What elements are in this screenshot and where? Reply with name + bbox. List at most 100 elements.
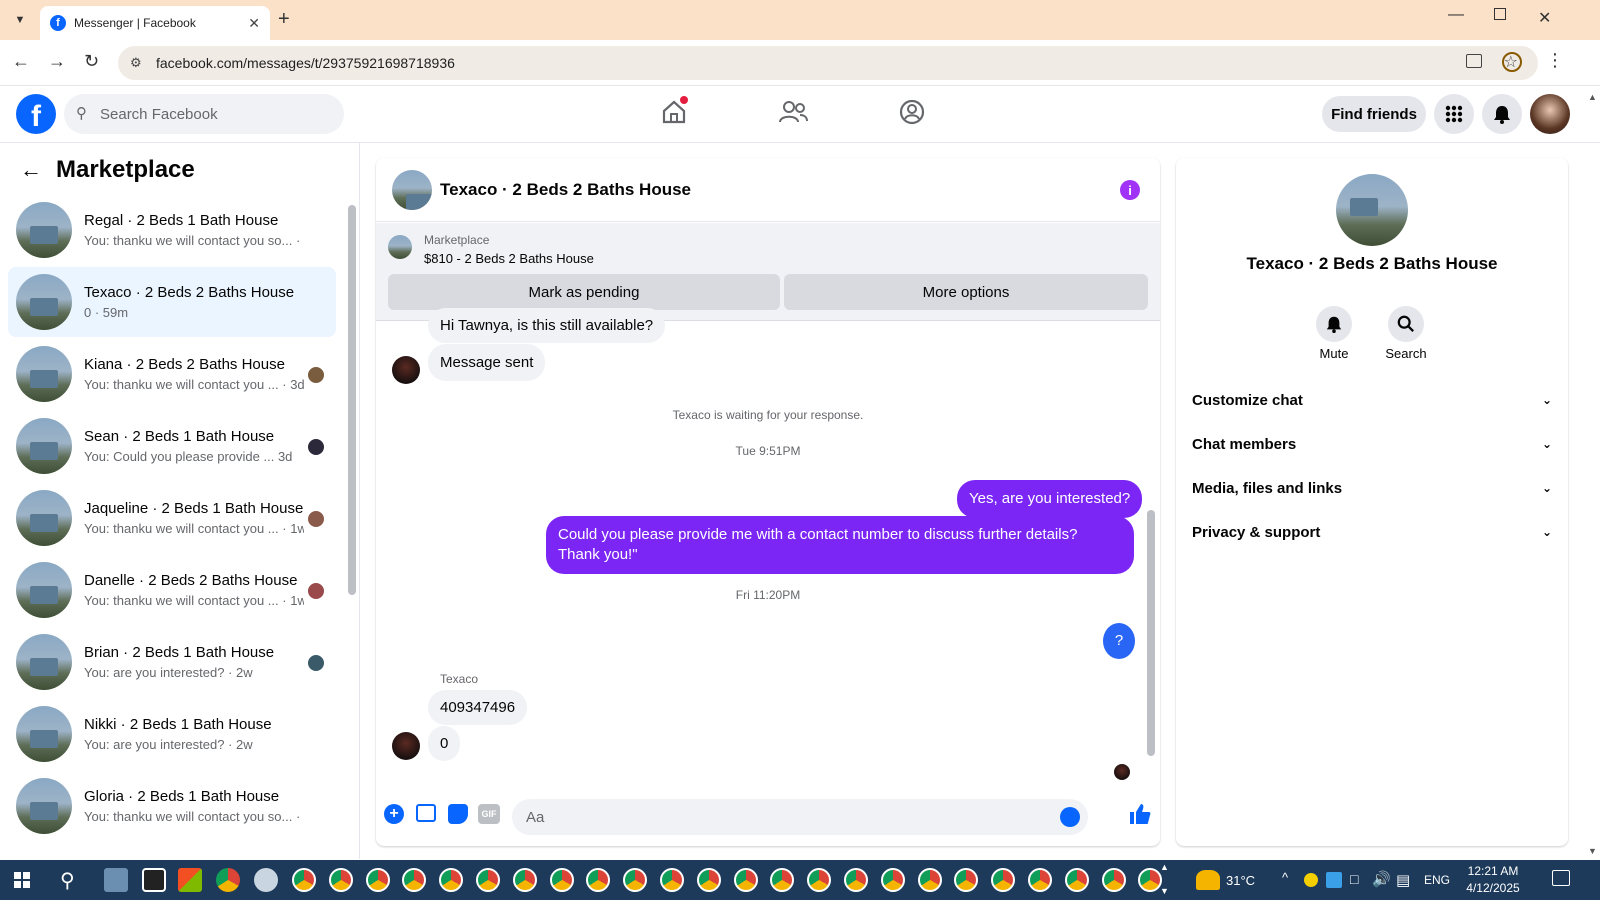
close-tab-icon[interactable]: ✕ xyxy=(248,15,260,32)
mark-as-pending-button[interactable]: Mark as pending xyxy=(388,274,780,310)
windows-start-icon[interactable] xyxy=(14,872,30,888)
address-bar[interactable]: ⚙ facebook.com/messages/t/29375921698718… xyxy=(118,46,1538,80)
taskbar-chrome-window-icon[interactable] xyxy=(1064,868,1089,892)
conversation-item[interactable]: Regal · 2 Beds 1 Bath House You: thanku w… xyxy=(8,195,336,265)
taskbar-chrome-window-icon[interactable] xyxy=(623,868,648,892)
conversation-item[interactable]: Nikki · 2 Beds 1 Bath House You: are you … xyxy=(8,699,336,769)
media-files-links-section[interactable]: Media, files and links ⌄ xyxy=(1192,468,1552,508)
facebook-logo-icon[interactable]: f xyxy=(16,94,56,134)
more-options-button[interactable]: More options xyxy=(784,274,1148,310)
conversation-item[interactable]: Gloria · 2 Beds 1 Bath House You: thanku … xyxy=(8,771,336,841)
sidebar-scrollbar[interactable] xyxy=(348,205,356,595)
notification-center-icon[interactable] xyxy=(1552,870,1570,886)
facebook-search-input[interactable]: ⚲ Search Facebook xyxy=(64,94,344,134)
taskbar-chrome-window-icon[interactable] xyxy=(549,868,574,892)
taskbar-app-icon[interactable] xyxy=(254,868,278,892)
chat-avatar[interactable] xyxy=(392,169,432,210)
taskbar-store-icon[interactable] xyxy=(178,868,202,892)
restore-icon[interactable] xyxy=(1494,8,1506,20)
taskbar-chrome-window-icon[interactable] xyxy=(476,868,500,892)
listing-title[interactable]: $810 - 2 Beds 2 Baths House xyxy=(424,251,594,266)
close-window-icon[interactable]: ✕ xyxy=(1538,8,1551,28)
weather-temp[interactable]: 31°C xyxy=(1226,873,1255,888)
taskbar-chrome-window-icon[interactable] xyxy=(402,868,427,892)
groups-icon[interactable] xyxy=(898,98,926,126)
search-label[interactable]: Search xyxy=(1378,346,1434,361)
forward-icon[interactable]: → xyxy=(48,51,66,72)
taskbar-chrome-window-icon[interactable] xyxy=(954,868,979,892)
taskbar-chrome-window-icon[interactable] xyxy=(328,868,353,892)
site-info-icon[interactable]: ⚙ xyxy=(130,55,142,71)
customize-chat-section[interactable]: Customize chat ⌄ xyxy=(1192,380,1552,420)
taskbar-app-icon[interactable] xyxy=(142,868,166,892)
thumbs-up-like-icon[interactable] xyxy=(1128,802,1152,826)
search-in-chat-icon[interactable] xyxy=(1388,306,1424,342)
taskbar-chrome-window-icon[interactable] xyxy=(807,868,832,892)
taskbar-chrome-window-icon[interactable] xyxy=(512,868,537,892)
tab-search-chevron-icon[interactable]: ▼ xyxy=(10,10,30,30)
message-outgoing[interactable]: ? xyxy=(1103,623,1135,659)
taskbar-chrome-window-icon[interactable] xyxy=(439,868,464,892)
clock-time[interactable]: 12:21 AM xyxy=(1458,864,1528,878)
menu-grid-icon[interactable] xyxy=(1434,94,1474,134)
taskbar-chrome-window-icon[interactable] xyxy=(844,868,868,892)
weather-icon[interactable] xyxy=(1196,870,1220,890)
gif-icon[interactable]: GIF xyxy=(478,804,500,824)
taskbar-search-icon[interactable]: ⚲ xyxy=(60,868,75,893)
conversation-info-icon[interactable]: i xyxy=(1120,180,1140,200)
sender-avatar[interactable] xyxy=(392,356,420,384)
sender-avatar[interactable] xyxy=(392,732,420,760)
message-incoming[interactable]: Message sent xyxy=(428,344,546,381)
clock-date[interactable]: 4/12/2025 xyxy=(1452,881,1534,895)
conversation-item[interactable]: Kiana · 2 Beds 2 Baths House You: thanku … xyxy=(8,339,336,409)
taskbar-chrome-window-icon[interactable] xyxy=(696,868,721,892)
page-scroll-down-icon[interactable]: ▼ xyxy=(1588,846,1597,856)
message-incoming[interactable]: Hi Tawnya, is this still available? xyxy=(428,308,666,343)
input-language[interactable]: ENG xyxy=(1424,873,1450,887)
privacy-support-section[interactable]: Privacy & support ⌄ xyxy=(1192,512,1552,552)
conversation-item[interactable]: Brian · 2 Beds 1 Bath House You: are you … xyxy=(8,627,336,697)
attach-photo-icon[interactable] xyxy=(416,804,436,822)
browser-tab[interactable]: f Messenger | Facebook ✕ xyxy=(40,6,270,40)
sticker-icon[interactable] xyxy=(448,804,468,824)
message-input[interactable]: Aa xyxy=(512,799,1088,835)
notifications-bell-icon[interactable] xyxy=(1482,94,1522,134)
network-icon[interactable]: ▤ xyxy=(1396,871,1410,889)
taskbar-scroll-up-icon[interactable]: ▲ xyxy=(1160,862,1169,872)
account-avatar[interactable] xyxy=(1530,94,1570,134)
taskbar-chrome-window-icon[interactable] xyxy=(733,868,758,892)
taskbar-chrome-window-icon[interactable] xyxy=(1101,868,1126,892)
mute-label[interactable]: Mute xyxy=(1306,346,1362,361)
tray-app-icon[interactable]: □ xyxy=(1350,871,1358,887)
reload-icon[interactable]: ↻ xyxy=(84,51,99,72)
message-incoming[interactable]: 0 xyxy=(428,726,461,761)
show-hidden-icons-icon[interactable]: ^ xyxy=(1282,870,1288,885)
find-friends-button[interactable]: Find friends xyxy=(1322,96,1426,132)
taskbar-scroll-down-icon[interactable]: ▼ xyxy=(1160,886,1169,896)
emoji-icon[interactable] xyxy=(1060,807,1080,827)
tray-app-icon[interactable] xyxy=(1326,872,1342,888)
conversation-item[interactable]: Texaco · 2 Beds 2 Baths House 0 · 59m xyxy=(8,267,336,337)
more-actions-plus-icon[interactable]: + xyxy=(384,804,404,824)
message-outgoing[interactable]: Yes, are you interested? xyxy=(957,480,1143,518)
chat-members-section[interactable]: Chat members ⌄ xyxy=(1192,424,1552,464)
taskbar-chrome-window-icon[interactable] xyxy=(365,868,390,892)
listing-thumbnail[interactable] xyxy=(388,235,412,259)
install-app-icon[interactable] xyxy=(1466,54,1482,68)
message-incoming[interactable]: 409347496 xyxy=(428,690,528,725)
home-icon[interactable] xyxy=(660,96,688,126)
back-icon[interactable]: ← xyxy=(12,51,30,72)
profile-icon[interactable] xyxy=(1502,52,1522,72)
friends-icon[interactable] xyxy=(778,98,808,126)
conversation-item[interactable]: Jaqueline · 2 Beds 1 Bath House You: than… xyxy=(8,483,336,553)
chat-scrollbar[interactable] xyxy=(1147,510,1155,756)
back-arrow-icon[interactable]: ← xyxy=(20,157,42,183)
taskbar-chrome-window-icon[interactable] xyxy=(880,868,905,892)
new-tab-icon[interactable]: + xyxy=(278,8,290,31)
taskbar-chrome-window-icon[interactable] xyxy=(770,868,795,892)
minimize-icon[interactable]: — xyxy=(1448,6,1464,24)
tray-app-icon[interactable] xyxy=(1304,873,1318,887)
browser-menu-icon[interactable]: ⋮ xyxy=(1546,50,1564,71)
taskbar-app-icon[interactable] xyxy=(104,868,128,892)
taskbar-chrome-window-icon[interactable] xyxy=(1138,868,1163,892)
